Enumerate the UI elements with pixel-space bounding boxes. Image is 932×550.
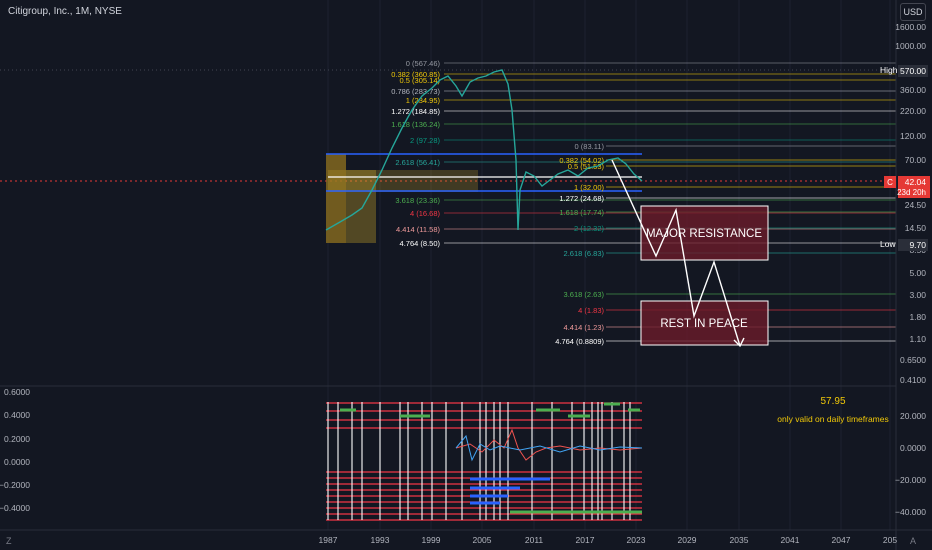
fib1-label: 4.414 (11.58) <box>396 225 441 234</box>
price-tick: 0.6500 <box>900 355 926 365</box>
symbol-title[interactable]: Citigroup, Inc., 1M, NYSE <box>8 6 122 17</box>
time-tick: 2011 <box>525 535 544 545</box>
fib2-label: 3.618 (2.63) <box>564 290 605 299</box>
indicator-left-tick: 0.4000 <box>4 410 30 420</box>
auto-scale-button[interactable]: A <box>910 536 916 546</box>
time-tick: 2005 <box>473 535 492 545</box>
indicator-left-tick: 0.2000 <box>4 434 30 444</box>
fib2-label: 1.618 (17.74) <box>559 208 604 217</box>
price-tick: 3.00 <box>909 290 926 300</box>
indicator-right-tick: 20.000 <box>900 411 926 421</box>
price-tick: 14.50 <box>905 223 927 233</box>
fib1-label: 0 (567.46) <box>406 59 441 68</box>
fib2-label: 4.764 (0.8809) <box>555 337 604 346</box>
last-value: 42.04 <box>905 177 927 187</box>
time-tick: 205 <box>883 535 897 545</box>
price-tick: 0.4100 <box>900 375 926 385</box>
time-tick: 2017 <box>576 535 595 545</box>
low-label: Low <box>880 239 896 249</box>
currency-button[interactable]: USD <box>900 3 926 21</box>
indicator-left-tick: −0.4000 <box>0 503 30 513</box>
fib1-label: 3.618 (23.36) <box>395 196 440 205</box>
price-tick: 220.00 <box>900 106 926 116</box>
time-tick: 1987 <box>319 535 338 545</box>
fib2-label: 4 (1.83) <box>578 306 604 315</box>
low-value: 9.70 <box>909 240 926 250</box>
time-tick: 2047 <box>832 535 851 545</box>
indicator-note: only valid on daily timeframes <box>777 414 889 424</box>
price-tick: 24.50 <box>905 200 927 210</box>
gold-box-3 <box>328 170 478 192</box>
fib1-label: 0.5 (305.14) <box>400 76 441 85</box>
zoom-reset-button[interactable]: Z <box>6 536 12 546</box>
price-tick: 1000.00 <box>895 41 926 51</box>
fib2-label: 2.618 (6.83) <box>564 249 605 258</box>
price-tick: 120.00 <box>900 131 926 141</box>
price-tick: 70.00 <box>905 155 927 165</box>
fib1-label: 4.764 (8.50) <box>400 239 441 248</box>
fib1-label: 0.786 (283.73) <box>391 87 440 96</box>
high-value: 570.00 <box>900 66 926 76</box>
time-tick: 2023 <box>627 535 646 545</box>
price-tick: 360.00 <box>900 85 926 95</box>
fib1-label: 1.618 (136.24) <box>391 120 440 129</box>
price-tick: 1.80 <box>909 312 926 322</box>
last-prefix: C <box>887 178 893 187</box>
time-tick: 1993 <box>371 535 390 545</box>
fib2-label: 1 (32.00) <box>574 183 605 192</box>
price-tick: 1.10 <box>909 334 926 344</box>
gold-box-1 <box>326 154 346 243</box>
fib2-label: 1.272 (24.68) <box>559 194 604 203</box>
indicator-right-tick: 0.0000 <box>900 443 926 453</box>
fib2-label: 2 (12.32) <box>574 224 605 233</box>
fib2-label: 0 (83.11) <box>575 142 605 151</box>
fib1-label: 4 (16.68) <box>410 209 441 218</box>
price-tick: 1600.00 <box>895 22 926 32</box>
time-tick: 1999 <box>422 535 441 545</box>
fib1-label: 1.272 (184.85) <box>391 107 440 116</box>
indicator-left-tick: −0.2000 <box>0 480 30 490</box>
indicator-osc-red <box>455 428 643 461</box>
indicator-left-tick: 0.0000 <box>4 457 30 467</box>
fib1-label: 1 (234.95) <box>406 96 441 105</box>
time-tick: 2041 <box>781 535 800 545</box>
high-label: High <box>880 65 898 75</box>
fib1-label: 2.618 (56.41) <box>395 158 440 167</box>
fib2-label: 4.414 (1.23) <box>564 323 605 332</box>
indicator-right-tick: −20.000 <box>895 475 926 485</box>
indicator-value: 57.95 <box>820 396 846 407</box>
price-tick: 5.00 <box>909 268 926 278</box>
chart-canvas[interactable]: 0 (567.46)0.382 (360.85)0.5 (305.14)0.78… <box>0 0 932 550</box>
fib1-label: 2 (97.28) <box>410 136 441 145</box>
time-tick: 2035 <box>730 535 749 545</box>
indicator-right-tick: −40.000 <box>895 507 926 517</box>
time-tick: 2029 <box>678 535 697 545</box>
countdown: 23d 20h <box>897 188 926 197</box>
indicator-left-tick: 0.6000 <box>4 387 30 397</box>
